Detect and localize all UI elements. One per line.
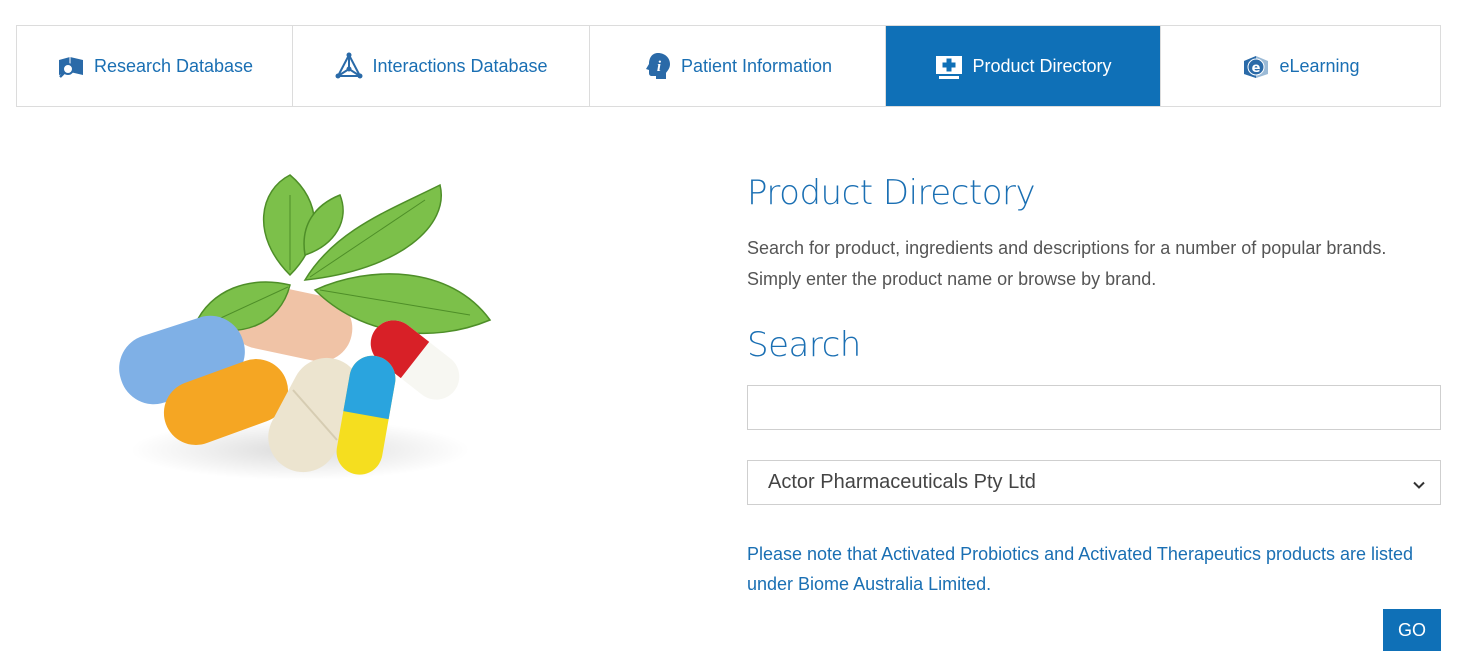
info-head-icon: i <box>643 51 673 81</box>
tab-research-database[interactable]: Research Database <box>17 26 293 106</box>
tab-patient-information[interactable]: i Patient Information <box>590 26 886 106</box>
search-heading: Search <box>747 325 861 365</box>
go-button[interactable]: GO <box>1383 609 1441 651</box>
e-book-icon: e <box>1241 51 1271 81</box>
tab-label: eLearning <box>1279 55 1360 76</box>
product-directory-panel: Product Directory Search for product, in… <box>747 168 1441 599</box>
tab-label: Patient Information <box>680 55 833 76</box>
book-search-icon <box>56 51 86 81</box>
brand-select-value: Actor Pharmaceuticals Pty Ltd <box>768 471 1036 493</box>
svg-text:e: e <box>1252 61 1261 76</box>
tab-label: Product Directory <box>972 55 1112 76</box>
tab-label: Interactions Database <box>372 55 548 76</box>
molecule-icon <box>334 51 364 81</box>
medical-cross-icon <box>934 51 964 81</box>
main-tab-bar: Research Database Interactions Database <box>16 25 1441 107</box>
page-title: Product Directory <box>747 173 1036 213</box>
page-description: Search for product, ingredients and desc… <box>747 238 1387 289</box>
chevron-down-icon <box>1412 475 1426 489</box>
brand-note: Please note that Activated Probiotics an… <box>747 544 1414 594</box>
tab-label: Research Database <box>93 55 254 76</box>
tab-elearning[interactable]: e eLearning <box>1161 26 1440 106</box>
tab-product-directory[interactable]: Product Directory <box>886 26 1161 106</box>
pills-and-mint-image <box>100 165 520 495</box>
search-input[interactable] <box>747 385 1441 430</box>
tab-interactions-database[interactable]: Interactions Database <box>293 26 590 106</box>
brand-select[interactable]: Actor Pharmaceuticals Pty Ltd <box>747 460 1441 505</box>
